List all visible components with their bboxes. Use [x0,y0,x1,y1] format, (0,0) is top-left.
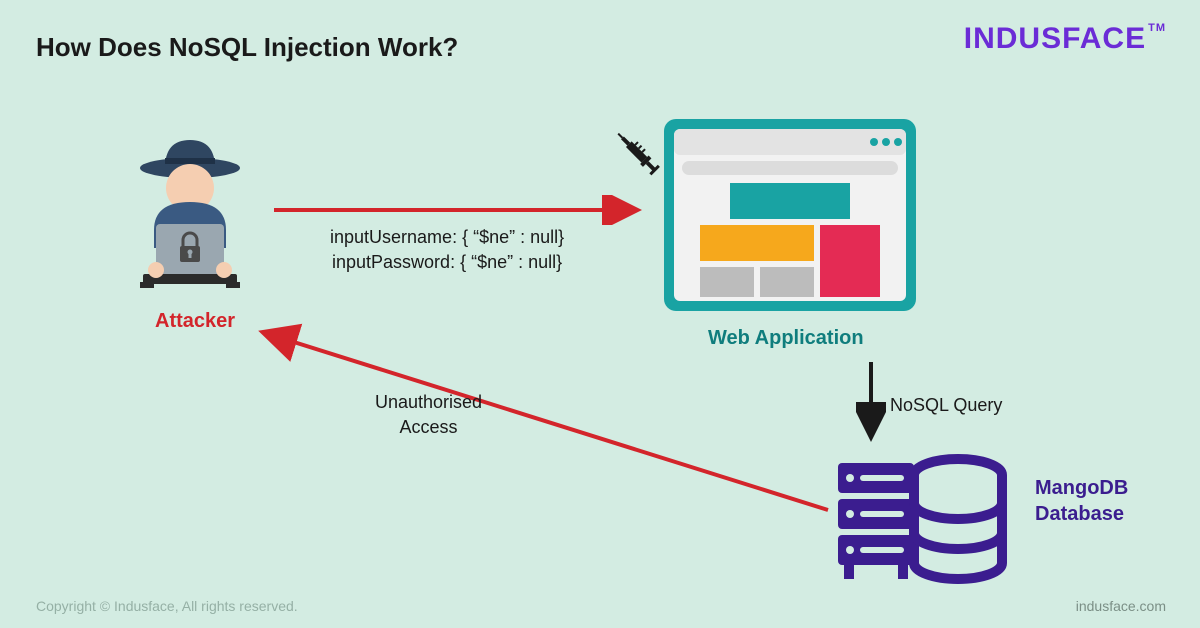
arrow-webapp-to-database [856,360,886,450]
brand-tm: TM [1148,22,1166,34]
site-link: indusface.com [1076,598,1166,614]
diagram-title: How Does NoSQL Injection Work? [36,32,458,63]
web-application-icon [660,115,920,315]
attacker-icon [110,130,270,295]
injection-payload: inputUsername: { “$ne” : null}inputPassw… [330,225,564,275]
brand-logo: INDUSFACETM [964,22,1166,56]
brand-text: INDUSFACE [964,22,1146,55]
arrow-attacker-to-webapp [270,195,650,225]
database-icon [830,445,1010,595]
arrow-database-to-attacker [250,320,840,520]
syringe-icon [608,122,668,182]
attacker-label: Attacker [155,310,235,333]
copyright-text: Copyright © Indusface, All rights reserv… [36,598,298,614]
nosql-query-label: NoSQL Query [890,395,1002,416]
database-label: MangoDBDatabase [1035,475,1128,527]
unauthorised-access-label: UnauthorisedAccess [375,390,482,440]
